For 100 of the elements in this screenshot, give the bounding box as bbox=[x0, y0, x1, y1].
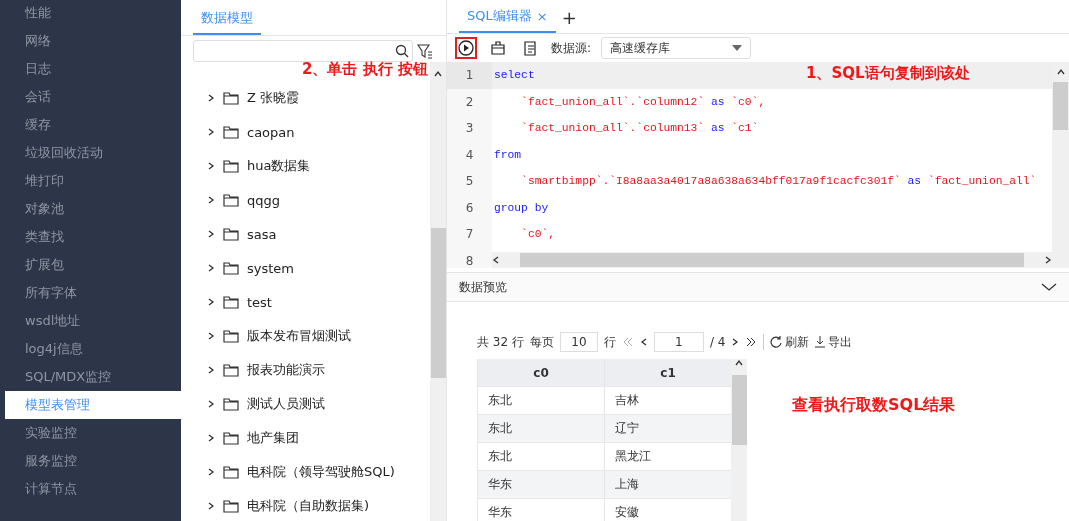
scrollbar[interactable] bbox=[430, 62, 446, 521]
rows-unit: 行 bbox=[603, 333, 616, 351]
tree-label: sasa bbox=[247, 226, 277, 242]
run-button[interactable] bbox=[455, 37, 477, 59]
scroll-right-icon bbox=[1044, 256, 1052, 264]
folder-icon bbox=[223, 91, 239, 105]
tree-item[interactable]: 版本发布冒烟测试 bbox=[207, 319, 430, 353]
tree-item[interactable]: hua数据集 bbox=[207, 149, 430, 183]
tree-label: 地产集团 bbox=[247, 429, 299, 447]
refresh-button[interactable]: 刷新 bbox=[770, 333, 810, 351]
preview-header[interactable]: 数据预览 bbox=[447, 272, 1069, 302]
sidebar-item[interactable]: wsdl地址 bbox=[5, 307, 181, 335]
sidebar-item[interactable]: 实验监控 bbox=[5, 419, 181, 447]
per-page-label: 每页 bbox=[529, 333, 554, 351]
tree-item[interactable]: caopan bbox=[207, 115, 430, 149]
previous-page-icon bbox=[639, 338, 648, 346]
folder-icon bbox=[223, 125, 239, 139]
tree-label: Z 张晓霞 bbox=[247, 89, 300, 107]
table-cell: 华东 bbox=[478, 471, 605, 498]
chevron-icon bbox=[207, 230, 215, 238]
scroll-up-icon bbox=[434, 70, 442, 78]
row-count: 共 32 行 bbox=[477, 333, 524, 351]
tree-item[interactable]: 报表功能演示 bbox=[207, 353, 430, 387]
tree-item[interactable]: Z 张晓霞 bbox=[207, 81, 430, 115]
folder-icon bbox=[223, 261, 239, 275]
sidebar-item[interactable]: 计算节点 bbox=[5, 475, 181, 503]
chevron-icon bbox=[207, 434, 215, 442]
tree-label: qqgg bbox=[247, 192, 280, 208]
sidebar-item[interactable]: 类查找 bbox=[5, 223, 181, 251]
code-line: select bbox=[494, 69, 535, 82]
briefcase-icon bbox=[491, 41, 505, 55]
sidebar-item[interactable]: 服务监控 bbox=[5, 447, 181, 475]
folder-icon bbox=[223, 329, 239, 343]
close-icon[interactable]: × bbox=[536, 8, 548, 24]
sidebar-item[interactable]: 日志 bbox=[5, 55, 181, 83]
dropdown-icon bbox=[732, 45, 743, 51]
table-cell: 东北 bbox=[478, 387, 605, 414]
tree-label: hua数据集 bbox=[247, 157, 311, 175]
tree-label: system bbox=[247, 260, 294, 276]
tree-item[interactable]: qqgg bbox=[207, 183, 430, 217]
tree-label: 电科院（领导驾驶舱SQL) bbox=[247, 463, 395, 481]
sidebar-item[interactable]: SQL/MDX监控 bbox=[5, 363, 181, 391]
line-number: 7 bbox=[464, 226, 475, 244]
sidebar-item[interactable]: 网络 bbox=[5, 27, 181, 55]
tree-item[interactable]: sasa bbox=[207, 217, 430, 251]
folder-icon bbox=[223, 227, 239, 241]
folder-icon bbox=[223, 193, 239, 207]
sidebar-item[interactable]: 垃圾回收活动 bbox=[5, 139, 181, 167]
tree-item[interactable]: 测试人员测试 bbox=[207, 387, 430, 421]
tree-label: 测试人员测试 bbox=[247, 395, 325, 413]
sidebar-item[interactable]: 缓存 bbox=[5, 111, 181, 139]
filter-icon[interactable] bbox=[417, 43, 433, 59]
panel-tab[interactable]: 数据模型 bbox=[193, 9, 261, 35]
tree-item[interactable]: 电科院（领导驾驶舱SQL) bbox=[207, 455, 430, 489]
sidebar-item[interactable]: 模型表管理 bbox=[5, 391, 181, 419]
chevron-icon bbox=[207, 128, 215, 136]
editor-tab[interactable]: SQL编辑器 × bbox=[459, 7, 556, 33]
sidebar-item[interactable]: 会话 bbox=[5, 83, 181, 111]
first-page-icon[interactable] bbox=[621, 337, 634, 347]
page-field[interactable]: 1 bbox=[653, 332, 704, 352]
scrollbar[interactable] bbox=[731, 359, 747, 521]
page-size-field[interactable]: 10 bbox=[559, 332, 598, 352]
next-page-icon bbox=[731, 338, 740, 346]
sidebar-item[interactable]: 性能 bbox=[5, 0, 181, 27]
scrollbar[interactable] bbox=[1052, 62, 1069, 268]
line-number: 2 bbox=[464, 93, 475, 111]
line-number: 6 bbox=[464, 199, 475, 217]
chevron-icon bbox=[207, 468, 215, 476]
folder-icon bbox=[223, 499, 239, 513]
search-icon bbox=[395, 44, 409, 58]
search-field[interactable] bbox=[193, 40, 413, 62]
collapse-icon bbox=[1041, 281, 1057, 293]
code-line: `smartbimpp`.`I8a8aa3a4017a8a638a634bff017a9f1cacfc301f` as `fact_union_all` bbox=[520, 175, 1037, 188]
folder-icon bbox=[223, 159, 239, 173]
scrollbar-thumb[interactable] bbox=[430, 228, 446, 378]
datasource-select[interactable]: 高速缓存库 bbox=[601, 37, 752, 59]
preview-title: 数据预览 bbox=[459, 278, 507, 296]
scrollbar[interactable] bbox=[492, 252, 1052, 268]
tree-item[interactable]: 地产集团 bbox=[207, 421, 430, 455]
line-number: 4 bbox=[464, 146, 475, 164]
sidebar-item[interactable]: 堆打印 bbox=[5, 167, 181, 195]
sidebar-item[interactable]: 扩展包 bbox=[5, 251, 181, 279]
sidebar-item[interactable]: log4j信息 bbox=[5, 335, 181, 363]
scroll-left-icon bbox=[492, 256, 500, 264]
code-line: `fact_union_all`.`column13` as `c1` bbox=[520, 122, 759, 135]
scrollbar-thumb[interactable] bbox=[1053, 82, 1068, 130]
tree-item[interactable]: system bbox=[207, 251, 430, 285]
sidebar-item[interactable]: 所有字体 bbox=[5, 279, 181, 307]
scrollbar-thumb[interactable] bbox=[520, 253, 1024, 267]
scroll-up-icon bbox=[1056, 68, 1065, 76]
sidebar-item[interactable]: 对象池 bbox=[5, 195, 181, 223]
chevron-icon bbox=[207, 502, 215, 510]
export-button[interactable]: 导出 bbox=[815, 333, 853, 351]
tree-label: caopan bbox=[247, 124, 295, 140]
add-tab-button[interactable]: + bbox=[561, 9, 577, 33]
tree-item[interactable]: test bbox=[207, 285, 430, 319]
scrollbar-thumb[interactable] bbox=[731, 375, 747, 445]
tree-item[interactable]: 电科院（自助数据集) bbox=[207, 489, 430, 521]
line-number: 1 bbox=[447, 62, 492, 89]
last-page-icon[interactable] bbox=[745, 337, 758, 347]
